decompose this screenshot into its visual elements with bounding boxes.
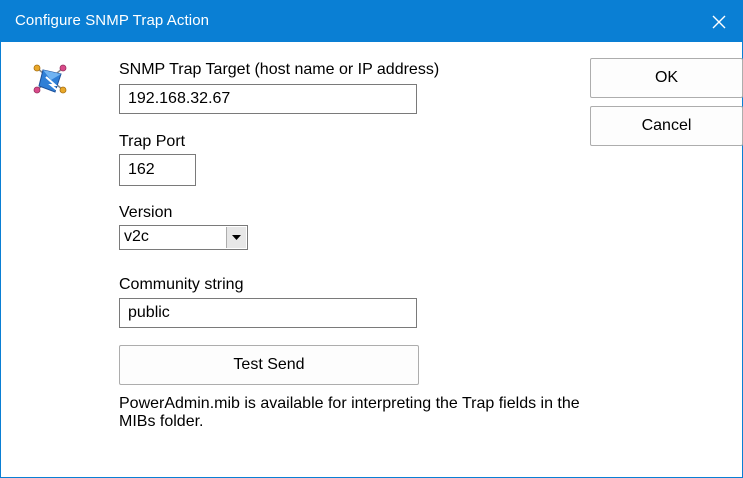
port-input[interactable]: 162 [119,154,196,186]
title-bar[interactable]: Configure SNMP Trap Action [1,1,742,42]
ok-button[interactable]: OK [590,58,743,98]
version-value: v2c [124,228,149,245]
community-input[interactable]: public [119,298,417,328]
cancel-button[interactable]: Cancel [590,106,743,146]
target-input[interactable]: 192.168.32.67 [119,84,417,114]
dialog-window: Configure SNMP Trap Action SNMP Trap Tar… [0,0,743,478]
snmp-network-icon [33,64,67,94]
test-send-button[interactable]: Test Send [119,345,419,385]
window-title: Configure SNMP Trap Action [15,12,210,29]
close-icon [712,15,726,28]
port-label: Trap Port [119,133,186,150]
version-select[interactable]: v2c [119,225,248,250]
mib-info-text: PowerAdmin.mib is available for interpre… [119,395,580,430]
dropdown-arrow-icon [232,234,241,240]
dropdown-arrow-button[interactable] [226,227,246,248]
target-label: SNMP Trap Target (host name or IP addres… [119,61,440,78]
dialog-body: SNMP Trap Target (host name or IP addres… [1,42,743,477]
community-label: Community string [119,276,244,293]
close-button[interactable] [696,1,742,42]
version-label: Version [119,204,173,221]
